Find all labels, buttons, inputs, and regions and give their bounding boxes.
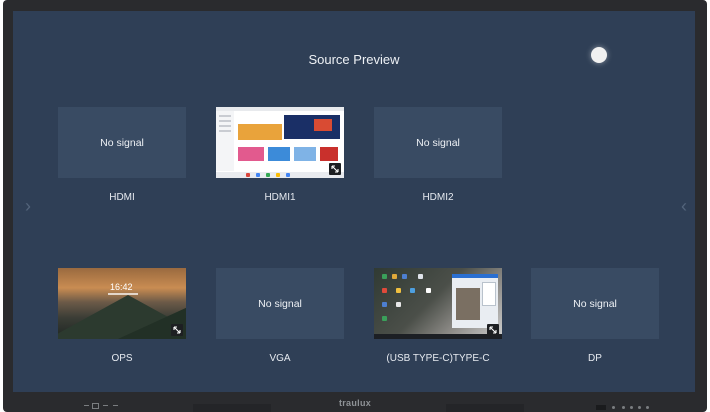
- source-label-hdmi1: HDMI1: [264, 192, 296, 203]
- close-button[interactable]: [591, 47, 607, 63]
- bezel-port: [596, 405, 606, 410]
- bezel-indicator: [646, 406, 649, 409]
- thumbnail-date: [108, 293, 138, 295]
- expand-icon[interactable]: [329, 163, 341, 175]
- source-tile-typec[interactable]: [374, 268, 502, 339]
- source-tile-hdmi[interactable]: No signal: [58, 107, 186, 178]
- source-tile-ops[interactable]: 16:42: [58, 268, 186, 339]
- bezel-indicator: [622, 406, 625, 409]
- desktop-app-icon: [396, 288, 401, 293]
- source-label-typec: (USB TYPE-C)TYPE-C: [386, 353, 490, 364]
- no-signal-text: No signal: [258, 297, 302, 310]
- thumbnail-card: [320, 147, 338, 161]
- source-tile-hdmi2[interactable]: No signal: [374, 107, 502, 178]
- source-label-ops: OPS: [111, 353, 133, 364]
- thumbnail-card: [268, 147, 290, 161]
- source-label-vga: VGA: [269, 353, 291, 364]
- desktop-app-icon: [418, 274, 423, 279]
- desktop-app-icon: [396, 302, 401, 307]
- thumbnail-banner: [238, 124, 282, 140]
- expand-icon[interactable]: [171, 324, 183, 336]
- desktop-app-icon: [392, 274, 397, 279]
- browser-sidebar: [216, 111, 234, 171]
- thumbnail-card: [238, 147, 264, 161]
- desktop-window: [452, 274, 498, 328]
- expand-icon[interactable]: [487, 324, 499, 336]
- bezel-indicator: [638, 406, 641, 409]
- browser-tabbar: [216, 107, 344, 111]
- source-label-hdmi: HDMI: [109, 192, 135, 203]
- no-signal-text: No signal: [416, 136, 460, 149]
- desktop-app-icon: [426, 288, 431, 293]
- desktop-app-icon: [382, 302, 387, 307]
- no-signal-text: No signal: [100, 136, 144, 149]
- source-tile-vga[interactable]: No signal: [216, 268, 344, 339]
- source-label-dp: DP: [588, 353, 602, 364]
- source-preview-screen: Source Preview › ‹ No signal HDMI HDMI1 …: [13, 11, 695, 392]
- chevron-right-icon[interactable]: ‹: [681, 197, 687, 215]
- bezel-indicator: [630, 406, 633, 409]
- desktop-app-icon: [382, 316, 387, 321]
- thumbnail-clock: 16:42: [110, 282, 133, 292]
- thumbnail-card: [294, 147, 316, 161]
- thumbnail-promo: [284, 115, 340, 139]
- source-label-hdmi2: HDMI2: [422, 192, 454, 203]
- desktop-app-icon: [382, 288, 387, 293]
- desktop-app-icon: [410, 288, 415, 293]
- chevron-left-icon[interactable]: ›: [25, 197, 31, 215]
- bezel-indicator: [612, 406, 615, 409]
- thumbnail-taskbar: [216, 172, 344, 178]
- desktop-taskbar: [374, 334, 502, 339]
- source-tile-hdmi1[interactable]: [216, 107, 344, 178]
- desktop-app-icon: [382, 274, 387, 279]
- source-tile-dp[interactable]: No signal: [531, 268, 659, 339]
- desktop-app-icon: [402, 274, 407, 279]
- no-signal-text: No signal: [573, 297, 617, 310]
